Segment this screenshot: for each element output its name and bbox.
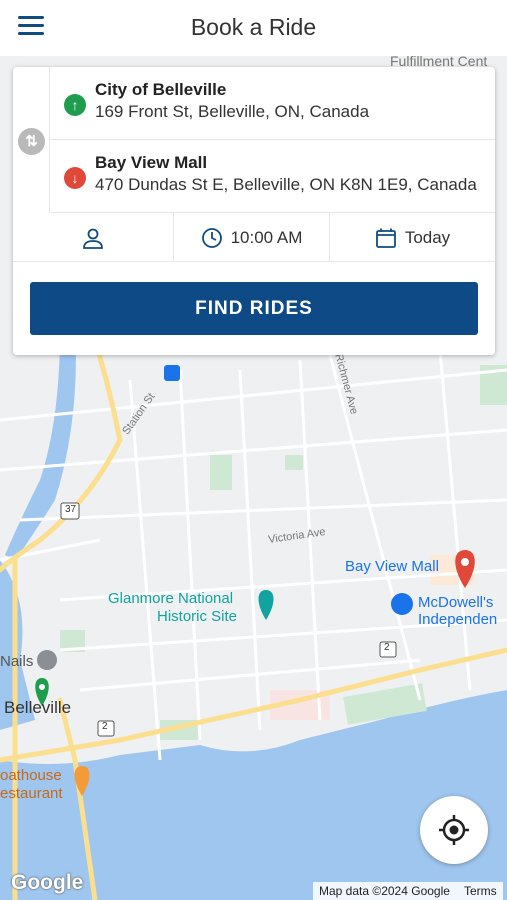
map-label-belleville: Belleville	[4, 698, 72, 717]
origin-name: City of Belleville	[95, 80, 227, 99]
time-value: 10:00 AM	[230, 227, 303, 247]
options-row: 10:00 AM Today	[13, 213, 495, 262]
clock-icon	[201, 227, 222, 248]
map-attribution: Map data ©2024 Google Terms	[313, 882, 503, 900]
time-selector[interactable]: 10:00 AM	[174, 213, 330, 262]
map-label-glanmore[interactable]: Glanmore National	[108, 590, 233, 607]
date-selector[interactable]: Today	[330, 213, 495, 262]
google-logo: Google	[11, 871, 84, 894]
arrow-up-icon: ↑	[64, 94, 86, 116]
origin-row[interactable]: ↑ City of Belleville 169 Front St, Belle…	[51, 67, 495, 140]
swap-column: ⇅	[13, 67, 50, 213]
attribution-text: Map data ©2024 Google	[319, 884, 450, 898]
swap-icon[interactable]: ⇅	[18, 128, 45, 155]
map-label-bay-view-mall[interactable]: Bay View Mall	[345, 558, 439, 575]
arrow-down-icon: ↓	[64, 167, 86, 189]
date-value: Today	[404, 227, 451, 247]
route-marker-2a: 2	[102, 721, 108, 732]
map-label-nails: Nails	[0, 653, 34, 670]
map-label-mcdowells-2[interactable]: Independen	[418, 611, 497, 628]
map-label-boathouse: oathouse	[0, 767, 62, 784]
route-marker-2b: 2	[384, 642, 390, 653]
destination-address: 470 Dundas St E, Belleville, ON K8N 1E9,…	[95, 175, 477, 194]
destination-row[interactable]: ↓ Bay View Mall 470 Dundas St E, Bellevi…	[51, 140, 495, 213]
terms-link[interactable]: Terms	[464, 884, 497, 898]
find-rides-button[interactable]: FIND RIDES	[30, 282, 478, 335]
map-label-boathouse-2: estaurant	[0, 785, 63, 802]
crosshair-icon	[439, 815, 469, 845]
map-label-mcdowells[interactable]: McDowell's	[418, 594, 493, 611]
destination-name: Bay View Mall	[95, 153, 208, 172]
app-bar: Book a Ride	[0, 0, 507, 56]
route-marker-37: 37	[65, 504, 77, 515]
calendar-icon	[375, 228, 396, 248]
my-location-button[interactable]	[420, 796, 488, 864]
origin-address: 169 Front St, Belleville, ON, Canada	[95, 102, 370, 121]
map-label-historic-site[interactable]: Historic Site	[157, 608, 237, 625]
page-title: Book a Ride	[190, 14, 317, 40]
passenger-selector[interactable]	[13, 213, 174, 262]
person-icon	[83, 228, 103, 249]
booking-card: ⇅ ↑ City of Belleville 169 Front St, Bel…	[13, 67, 495, 355]
